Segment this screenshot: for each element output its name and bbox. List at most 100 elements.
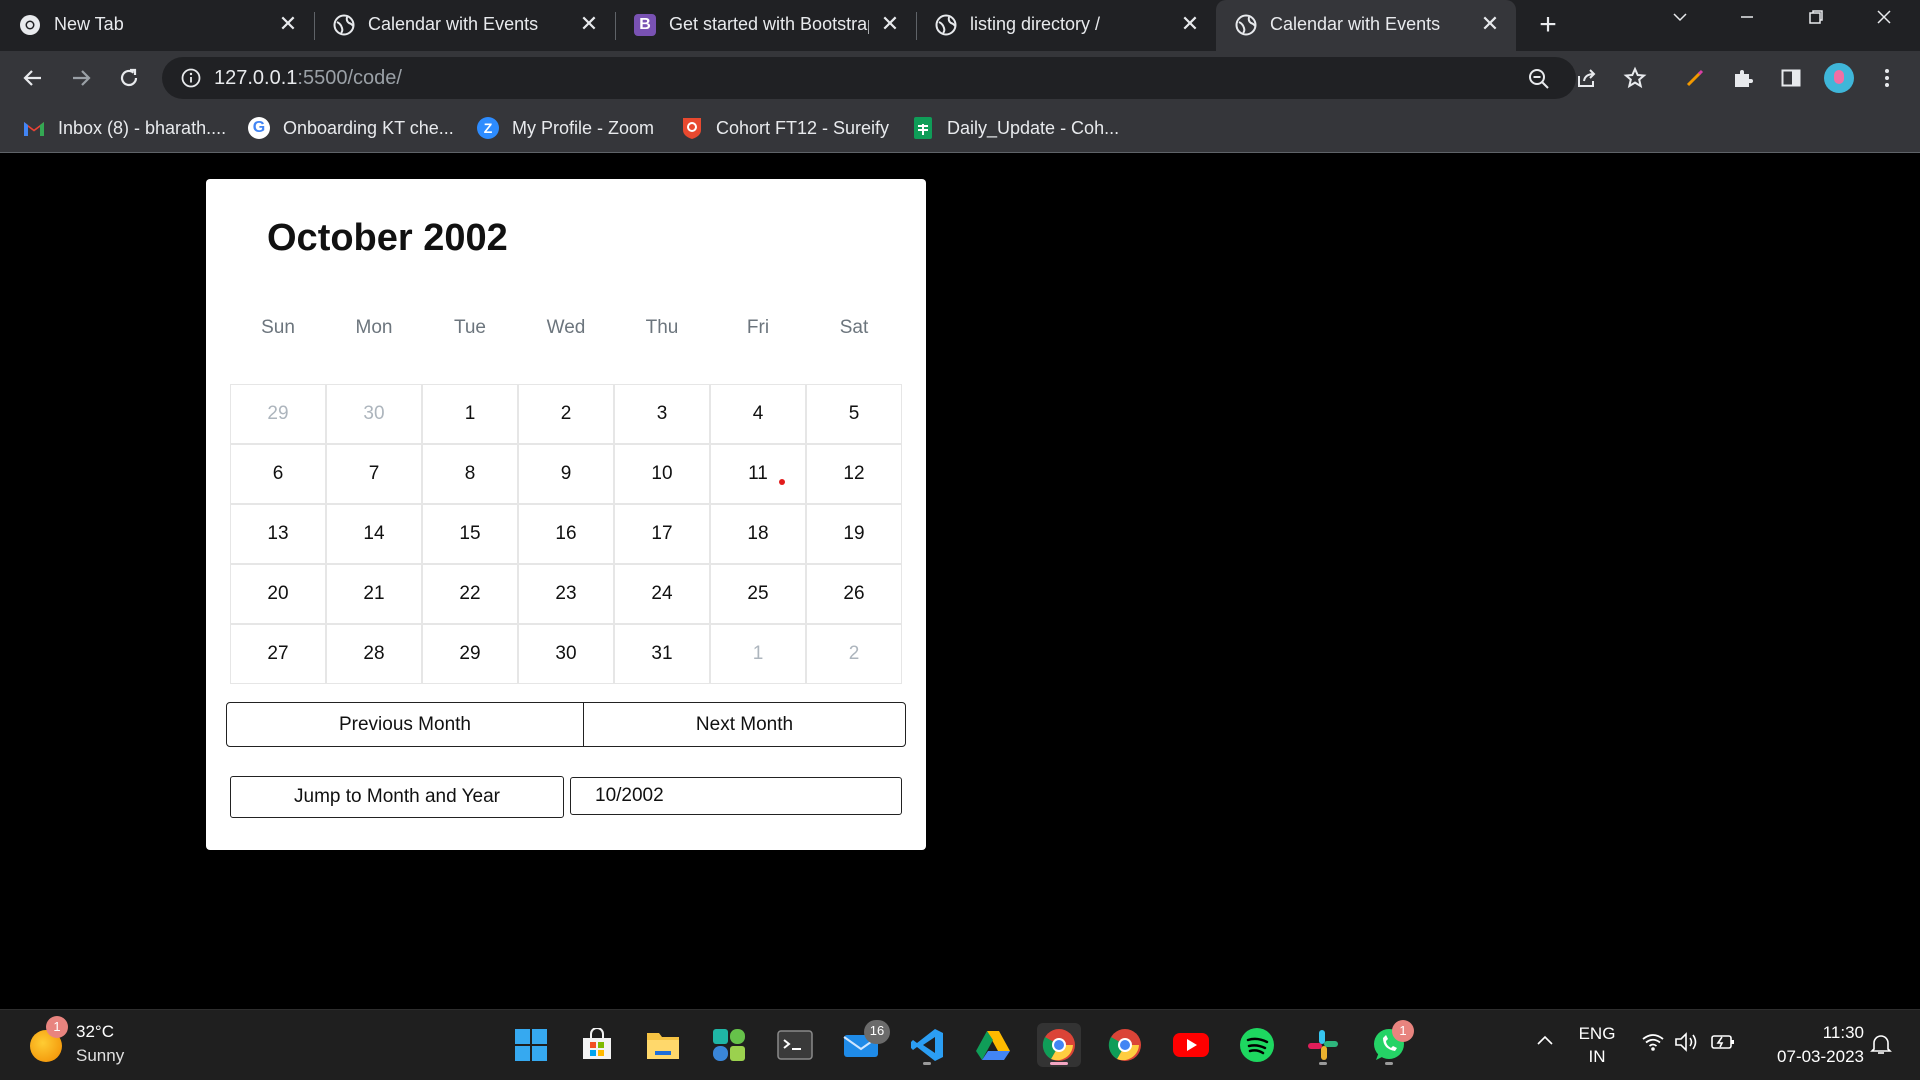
- new-tab-button[interactable]: +: [1533, 10, 1563, 41]
- tab-calendar-with-events-active[interactable]: Calendar with Events ✕: [1216, 0, 1516, 51]
- calendar-day-cell[interactable]: 30: [326, 384, 422, 444]
- address-bar[interactable]: 127.0.0.1:5500/code/: [162, 57, 1576, 99]
- microsoft-store-icon[interactable]: [575, 1023, 619, 1067]
- info-icon[interactable]: [180, 67, 202, 89]
- calendar-day-cell[interactable]: 2: [518, 384, 614, 444]
- forward-arrow-icon[interactable]: [64, 61, 98, 95]
- kebab-menu-icon[interactable]: [1872, 63, 1902, 93]
- calendar-day-cell[interactable]: 21: [326, 564, 422, 624]
- calendar-day-cell[interactable]: 9: [518, 444, 614, 504]
- tab-bootstrap[interactable]: B Get started with Bootstrap ✕: [615, 0, 916, 51]
- previous-month-button[interactable]: Previous Month: [226, 702, 584, 747]
- terminal-icon[interactable]: [773, 1023, 817, 1067]
- minimize-icon[interactable]: [1727, 8, 1767, 38]
- browser-tab-strip: New Tab ✕ Calendar with Events ✕ B Get s…: [0, 0, 1920, 51]
- calendar-day-cell[interactable]: 1: [710, 624, 806, 684]
- battery-charging-icon[interactable]: [1710, 1032, 1736, 1057]
- calendar-day-cell[interactable]: 3: [614, 384, 710, 444]
- calendar-day-cell[interactable]: 5: [806, 384, 902, 444]
- calendar-day-cell[interactable]: 13: [230, 504, 326, 564]
- volume-icon[interactable]: [1674, 1032, 1700, 1057]
- calendar-day-cell[interactable]: 2: [806, 624, 902, 684]
- calendar-day-cell[interactable]: 24: [614, 564, 710, 624]
- slack-icon[interactable]: [1301, 1023, 1345, 1067]
- close-icon[interactable]: ✕: [878, 11, 902, 36]
- bookmark-gmail-inbox[interactable]: Inbox (8) - bharath....: [22, 114, 226, 142]
- day-number: 2: [848, 643, 860, 664]
- calendar-day-cell[interactable]: 10: [614, 444, 710, 504]
- file-explorer-icon[interactable]: [641, 1023, 685, 1067]
- tab-calendar-with-events[interactable]: Calendar with Events ✕: [314, 0, 615, 51]
- clock-time[interactable]: 11:30: [1754, 1023, 1864, 1043]
- calendar-day-cell[interactable]: 7: [326, 444, 422, 504]
- weather-condition[interactable]: Sunny: [76, 1046, 124, 1066]
- bookmark-daily-update[interactable]: Daily_Update - Coh...: [911, 114, 1119, 142]
- notifications-icon[interactable]: [1868, 1032, 1894, 1061]
- calendar-day-cell-with-event[interactable]: 11: [710, 444, 806, 504]
- widgets-app-icon[interactable]: [707, 1023, 751, 1067]
- day-number: 19: [843, 523, 865, 544]
- calendar-day-cell[interactable]: 16: [518, 504, 614, 564]
- calendar-day-cell[interactable]: 19: [806, 504, 902, 564]
- vscode-icon[interactable]: [905, 1023, 949, 1067]
- reload-icon[interactable]: [112, 61, 146, 95]
- google-drive-icon[interactable]: [971, 1023, 1015, 1067]
- tab-search-chevron-icon[interactable]: [1660, 8, 1700, 38]
- close-icon[interactable]: ✕: [577, 11, 601, 36]
- calendar-day-cell[interactable]: 28: [326, 624, 422, 684]
- tab-new-tab[interactable]: New Tab ✕: [0, 0, 314, 51]
- window-close-icon[interactable]: [1864, 8, 1904, 38]
- month-year-input[interactable]: 10/2002: [570, 777, 902, 815]
- weather-temperature[interactable]: 32°C: [76, 1022, 114, 1042]
- calendar-day-cell[interactable]: 1: [422, 384, 518, 444]
- restore-icon[interactable]: [1796, 8, 1836, 38]
- next-month-button[interactable]: Next Month: [583, 702, 906, 747]
- calendar-day-cell[interactable]: 17: [614, 504, 710, 564]
- close-icon[interactable]: ✕: [276, 11, 300, 36]
- calendar-day-cell[interactable]: 27: [230, 624, 326, 684]
- back-arrow-icon[interactable]: [16, 61, 50, 95]
- bookmark-zoom-profile[interactable]: Z My Profile - Zoom: [476, 114, 654, 142]
- calendar-day-cell[interactable]: 14: [326, 504, 422, 564]
- calendar-day-cell[interactable]: 29: [230, 384, 326, 444]
- calendar-day-cell[interactable]: 25: [710, 564, 806, 624]
- clock-date[interactable]: 07-03-2023: [1754, 1047, 1864, 1067]
- calendar-day-cell[interactable]: 4: [710, 384, 806, 444]
- chrome-taskbar-icon-active[interactable]: [1037, 1023, 1081, 1067]
- language-code[interactable]: ENG: [1572, 1024, 1622, 1044]
- close-icon[interactable]: ✕: [1478, 11, 1502, 36]
- calendar-day-cell[interactable]: 6: [230, 444, 326, 504]
- calendar-day-cell[interactable]: 20: [230, 564, 326, 624]
- tab-listing-directory[interactable]: listing directory / ✕: [916, 0, 1216, 51]
- jump-to-month-year-button[interactable]: Jump to Month and Year: [230, 776, 564, 818]
- pen-extension-icon[interactable]: [1680, 63, 1710, 93]
- calendar-day-cell[interactable]: 18: [710, 504, 806, 564]
- wifi-icon[interactable]: [1640, 1032, 1666, 1057]
- calendar-day-cell[interactable]: 8: [422, 444, 518, 504]
- day-number: 1: [752, 643, 764, 664]
- profile-avatar[interactable]: [1824, 63, 1854, 93]
- close-icon[interactable]: ✕: [1178, 11, 1202, 36]
- bookmark-star-icon[interactable]: [1620, 63, 1650, 93]
- side-panel-icon[interactable]: [1776, 63, 1806, 93]
- bookmark-onboarding-kt[interactable]: G Onboarding KT che...: [247, 114, 454, 142]
- calendar-day-cell[interactable]: 31: [614, 624, 710, 684]
- bookmark-cohort-sureify[interactable]: Cohort FT12 - Sureify: [680, 114, 889, 142]
- bookmark-label: Inbox (8) - bharath....: [58, 117, 227, 138]
- extensions-puzzle-icon[interactable]: [1728, 63, 1758, 93]
- chrome-profile-icon[interactable]: [1103, 1023, 1147, 1067]
- share-icon[interactable]: [1572, 63, 1602, 93]
- show-hidden-icons-chevron-icon[interactable]: [1534, 1032, 1556, 1052]
- region-code[interactable]: IN: [1572, 1047, 1622, 1067]
- calendar-day-cell[interactable]: 30: [518, 624, 614, 684]
- calendar-day-cell[interactable]: 29: [422, 624, 518, 684]
- calendar-day-cell[interactable]: 23: [518, 564, 614, 624]
- zoom-out-icon[interactable]: [1526, 66, 1552, 92]
- windows-start-icon[interactable]: [509, 1023, 553, 1067]
- calendar-day-cell[interactable]: 22: [422, 564, 518, 624]
- spotify-icon[interactable]: [1235, 1023, 1279, 1067]
- calendar-day-cell[interactable]: 12: [806, 444, 902, 504]
- calendar-day-cell[interactable]: 26: [806, 564, 902, 624]
- youtube-icon[interactable]: [1169, 1023, 1213, 1067]
- calendar-day-cell[interactable]: 15: [422, 504, 518, 564]
